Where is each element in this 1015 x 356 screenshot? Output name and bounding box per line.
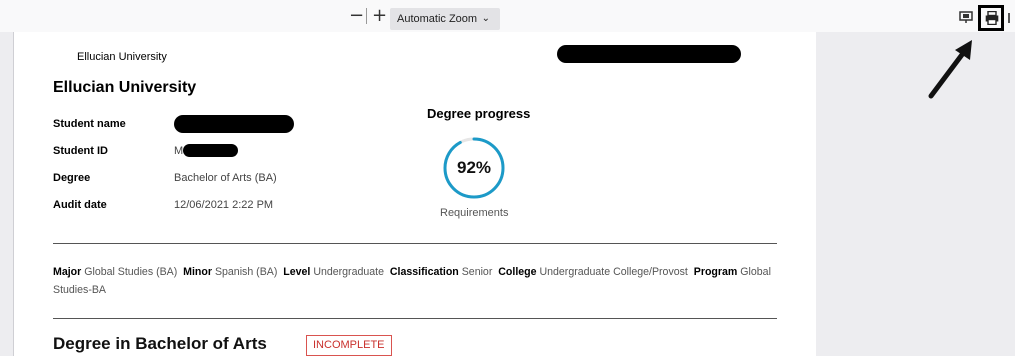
level-value: Undergraduate xyxy=(313,266,384,278)
major-label: Major xyxy=(53,266,82,278)
minor-value: Spanish (BA) xyxy=(214,266,278,278)
level-label: Level xyxy=(283,266,311,278)
divider-top xyxy=(53,243,777,244)
institution-title: Ellucian University xyxy=(53,79,197,96)
print-button[interactable] xyxy=(978,5,1004,31)
status-badge: INCOMPLETE xyxy=(306,335,392,356)
chevron-down-icon: ⌄ xyxy=(481,13,490,24)
zoom-out-button[interactable]: − xyxy=(349,7,364,25)
zoom-select[interactable]: Automatic Zoom ⌄ xyxy=(390,8,500,30)
institution-small-header: Ellucian University xyxy=(77,51,167,63)
progress-caption: Requirements xyxy=(440,207,509,219)
student-id-value: M xyxy=(174,145,184,157)
degree-progress-title: Degree progress xyxy=(427,106,531,121)
college-value: Undergraduate College/Provost xyxy=(539,266,688,278)
major-value: Global Studies (BA) xyxy=(84,266,178,278)
annotation-arrow-icon xyxy=(928,40,972,99)
classification-value: Senior xyxy=(461,266,493,278)
audit-date-label: Audit date xyxy=(53,199,107,211)
degree-value: Bachelor of Arts (BA) xyxy=(174,172,277,184)
program-label: Program xyxy=(693,266,738,278)
zoom-select-value: Automatic Zoom xyxy=(397,13,478,25)
more-tools-icon[interactable] xyxy=(1008,13,1014,23)
divider-bottom xyxy=(53,318,777,319)
printer-icon xyxy=(985,11,999,25)
toolbar-separator xyxy=(366,8,367,24)
student-id-label: Student ID xyxy=(53,145,108,157)
presentation-mode-icon[interactable] xyxy=(959,11,973,23)
viewer-margin xyxy=(816,32,1015,356)
redacted-student-id xyxy=(183,144,238,157)
college-label: College xyxy=(498,266,537,278)
audit-date-value: 12/06/2021 2:22 PM xyxy=(174,199,274,211)
program-summary: Major Global Studies (BA) Minor Spanish … xyxy=(53,263,775,299)
progress-percent: 92% xyxy=(456,158,492,177)
minor-label: Minor xyxy=(183,266,212,278)
student-name-label: Student name xyxy=(53,118,126,130)
redacted-student-name xyxy=(174,115,294,133)
classification-label: Classification xyxy=(389,266,459,278)
redacted-header-text xyxy=(557,45,741,63)
degree-heading: Degree in Bachelor of Arts xyxy=(53,334,267,353)
degree-label: Degree xyxy=(53,172,91,184)
pdf-toolbar: − + Automatic Zoom ⌄ xyxy=(0,0,1015,32)
zoom-in-button[interactable]: + xyxy=(372,7,387,25)
